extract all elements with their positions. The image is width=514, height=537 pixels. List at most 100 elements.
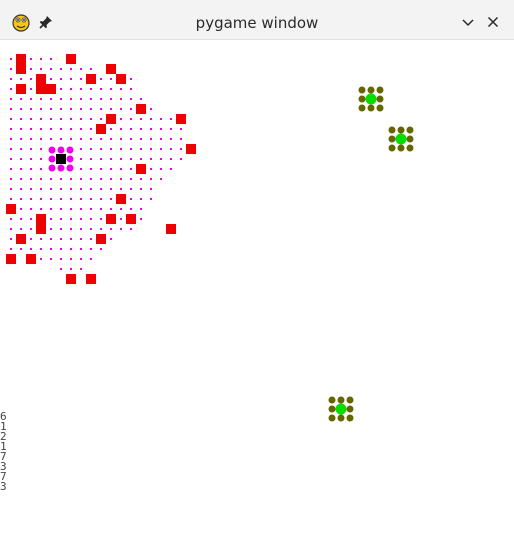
obstacle-block — [106, 214, 116, 224]
trail-dot — [160, 168, 162, 170]
trail-dot — [180, 148, 182, 150]
trail-dot — [80, 138, 82, 140]
trail-dot — [60, 68, 62, 70]
trail-dot — [30, 128, 32, 130]
trail-dot — [30, 188, 32, 190]
trail-dot — [30, 138, 32, 140]
trail-dot — [70, 238, 72, 240]
trail-dot — [90, 228, 92, 230]
trail-dot — [20, 158, 22, 160]
trail-dot — [60, 128, 62, 130]
trail-dot — [160, 158, 162, 160]
trail-dot — [10, 248, 12, 250]
trail-dot — [120, 188, 122, 190]
close-icon[interactable] — [485, 14, 501, 30]
trail-dot — [50, 248, 52, 250]
trail-dot — [150, 128, 152, 130]
trail-dot — [130, 118, 132, 120]
trail-dot — [20, 98, 22, 100]
trail-dot — [50, 188, 52, 190]
trail-dot — [60, 138, 62, 140]
trail-dot — [150, 158, 152, 160]
target-ring-dot — [388, 126, 396, 134]
trail-dot — [50, 128, 52, 130]
trail-dot — [70, 68, 72, 70]
trail-dot — [140, 128, 142, 130]
title-bar[interactable]: pygame window — [0, 0, 514, 40]
trail-dot — [60, 248, 62, 250]
trail-dot — [130, 78, 132, 80]
trail-dot — [30, 238, 32, 240]
trail-dot — [170, 168, 172, 170]
trail-dot — [70, 138, 72, 140]
trail-dot — [80, 218, 82, 220]
trail-dot — [170, 148, 172, 150]
trail-dot — [20, 198, 22, 200]
trail-dot — [40, 68, 42, 70]
trail-dot — [90, 118, 92, 120]
trail-dot — [50, 208, 52, 210]
trail-dot — [150, 188, 152, 190]
target-ring-dot — [406, 126, 414, 134]
trail-dot — [100, 168, 102, 170]
trail-dot — [70, 178, 72, 180]
trail-dot — [10, 218, 12, 220]
trail-dot — [80, 268, 82, 270]
trail-dot — [110, 148, 112, 150]
trail-dot — [20, 138, 22, 140]
trail-dot — [80, 118, 82, 120]
target-ring-dot — [328, 396, 336, 404]
trail-dot — [60, 208, 62, 210]
trail-dot — [40, 118, 42, 120]
background-char: 2 — [0, 432, 6, 442]
trail-dot — [40, 248, 42, 250]
trail-dot — [80, 198, 82, 200]
target-ring-dot — [346, 405, 354, 413]
trail-dot — [110, 208, 112, 210]
trail-dot — [130, 98, 132, 100]
trail-dot — [100, 148, 102, 150]
trail-dot — [30, 78, 32, 80]
trail-dot — [100, 178, 102, 180]
target-ring-dot — [376, 86, 384, 94]
obstacle-block — [136, 104, 146, 114]
trail-dot — [70, 248, 72, 250]
trail-dot — [150, 138, 152, 140]
trail-dot — [100, 198, 102, 200]
trail-dot — [20, 128, 22, 130]
trail-dot — [40, 98, 42, 100]
trail-dot — [20, 218, 22, 220]
trail-dot — [30, 88, 32, 90]
obstacle-block — [36, 224, 46, 234]
trail-dot — [80, 78, 82, 80]
trail-dot — [130, 168, 132, 170]
obstacle-block — [36, 74, 46, 84]
trail-dot — [70, 108, 72, 110]
trail-dot — [50, 238, 52, 240]
trail-dot — [70, 98, 72, 100]
trail-dot — [150, 198, 152, 200]
trail-dot — [50, 218, 52, 220]
game-canvas[interactable] — [6, 40, 514, 537]
trail-dot — [80, 68, 82, 70]
obstacle-block — [6, 204, 16, 214]
trail-dot — [110, 128, 112, 130]
trail-dot — [40, 128, 42, 130]
obstacle-block — [66, 274, 76, 284]
trail-dot — [120, 108, 122, 110]
trail-dot — [80, 248, 82, 250]
trail-dot — [50, 78, 52, 80]
trail-dot — [50, 108, 52, 110]
trail-dot — [60, 198, 62, 200]
trail-dot — [60, 268, 62, 270]
trail-dot — [110, 188, 112, 190]
trail-dot — [80, 208, 82, 210]
trail-dot — [100, 208, 102, 210]
trail-dot — [110, 138, 112, 140]
chevron-down-icon[interactable] — [460, 14, 476, 30]
trail-dot — [70, 118, 72, 120]
trail-dot — [90, 168, 92, 170]
trail-dot — [50, 98, 52, 100]
trail-dot — [40, 58, 42, 60]
trail-dot — [70, 88, 72, 90]
